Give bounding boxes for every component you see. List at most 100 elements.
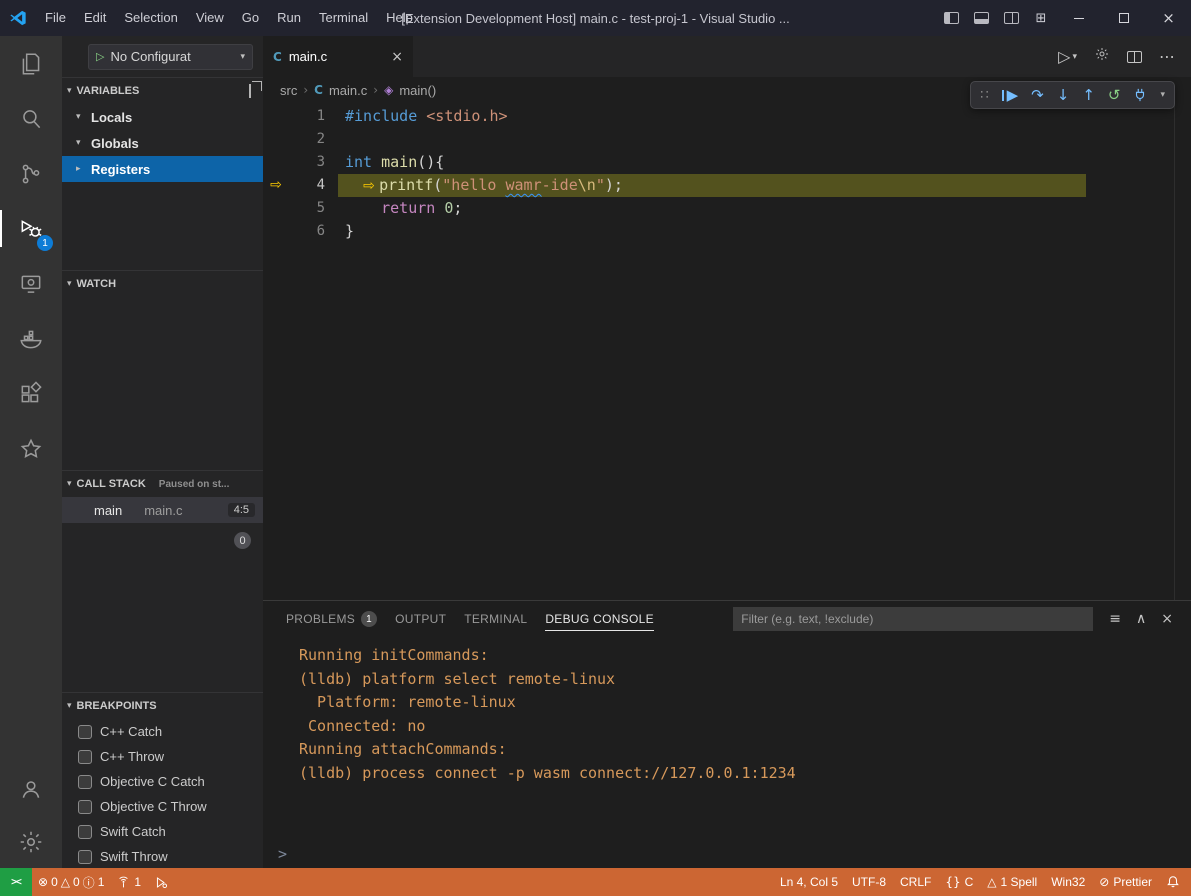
docker-icon[interactable] bbox=[0, 311, 62, 366]
checkbox[interactable] bbox=[78, 850, 92, 864]
step-into-button[interactable]: ↓ bbox=[1057, 86, 1070, 104]
checkbox[interactable] bbox=[78, 750, 92, 764]
status-language-mode[interactable]: {}C bbox=[938, 868, 980, 896]
debug-quick-access[interactable] bbox=[148, 868, 175, 896]
debug-arrow-icon[interactable]: ⇨ bbox=[263, 174, 289, 197]
settings-gear-icon[interactable] bbox=[0, 816, 62, 868]
breakpoint-c-throw[interactable]: C++ Throw bbox=[62, 744, 263, 769]
variables-header[interactable]: ▾ VARIABLES bbox=[62, 78, 263, 104]
toggle-secondary-sidebar-icon[interactable] bbox=[996, 0, 1026, 36]
continue-button[interactable]: ▶ bbox=[1002, 86, 1019, 104]
problems-indicator[interactable]: ⊗ 0 △ 0 ⓘ 1 bbox=[32, 874, 110, 891]
favorites-star-icon[interactable] bbox=[0, 421, 62, 476]
menu-go[interactable]: Go bbox=[233, 0, 268, 36]
toggle-sidebar-icon[interactable] bbox=[936, 0, 966, 36]
search-icon[interactable] bbox=[0, 91, 62, 146]
variables-item-locals[interactable]: ▾Locals bbox=[62, 104, 263, 130]
launch-config-dropdown[interactable]: ▷ No Configurat ▾ bbox=[88, 44, 253, 70]
disconnect-button[interactable] bbox=[1133, 88, 1147, 102]
breakpoints-header[interactable]: ▾ BREAKPOINTS bbox=[62, 693, 263, 719]
bell-icon[interactable] bbox=[1159, 868, 1187, 896]
maximize-panel-icon[interactable]: ∧ bbox=[1136, 611, 1146, 627]
status-cursor-position[interactable]: Ln 4, Col 5 bbox=[773, 868, 845, 896]
watch-header[interactable]: ▾ WATCH bbox=[62, 271, 263, 297]
minimize-button[interactable] bbox=[1056, 0, 1101, 36]
breakpoint-gutter[interactable] bbox=[263, 151, 289, 174]
filter-lines-icon[interactable]: ≡ bbox=[1109, 611, 1121, 627]
menu-edit[interactable]: Edit bbox=[75, 0, 115, 36]
run-and-debug-icon[interactable]: 1 bbox=[0, 201, 62, 256]
variables-item-globals[interactable]: ▾Globals bbox=[62, 130, 263, 156]
breadcrumb-src[interactable]: src bbox=[280, 83, 297, 98]
panel-tab-debug-console[interactable]: DEBUG CONSOLE bbox=[536, 601, 663, 637]
breakpoint-c-catch[interactable]: C++ Catch bbox=[62, 719, 263, 744]
account-icon[interactable] bbox=[0, 761, 62, 816]
menu-file[interactable]: File bbox=[36, 0, 75, 36]
panel-tab-terminal[interactable]: TERMINAL bbox=[455, 601, 536, 637]
run-file-button[interactable]: ▷ ▾ bbox=[1058, 47, 1077, 66]
scrollbar[interactable] bbox=[1174, 103, 1175, 600]
maximize-button[interactable] bbox=[1101, 0, 1146, 36]
line-content: return 0; bbox=[325, 197, 462, 220]
explorer-icon[interactable] bbox=[0, 36, 62, 91]
checkbox[interactable] bbox=[78, 825, 92, 839]
checkbox[interactable] bbox=[78, 775, 92, 789]
checkbox[interactable] bbox=[78, 725, 92, 739]
gear-icon[interactable] bbox=[1094, 46, 1110, 67]
extensions-icon[interactable] bbox=[0, 366, 62, 421]
remote-explorer-icon[interactable] bbox=[0, 256, 62, 311]
call-stack-header[interactable]: ▾ CALL STACK Paused on st... bbox=[62, 471, 263, 497]
status-encoding[interactable]: UTF-8 bbox=[845, 868, 893, 896]
status-label: UTF-8 bbox=[852, 875, 886, 889]
menu-view[interactable]: View bbox=[187, 0, 233, 36]
drag-handle-button[interactable]: ∷ bbox=[980, 88, 988, 103]
breakpoint-swift-catch[interactable]: Swift Catch bbox=[62, 819, 263, 844]
split-editor-icon[interactable] bbox=[1127, 51, 1142, 63]
copy-icon[interactable] bbox=[249, 85, 255, 97]
breakpoint-gutter[interactable] bbox=[263, 128, 289, 151]
step-out-button[interactable]: ↑ bbox=[1082, 86, 1095, 104]
breakpoint-gutter[interactable] bbox=[263, 220, 289, 243]
customize-layout-icon[interactable]: ⊞ bbox=[1026, 0, 1056, 36]
console-filter-input[interactable] bbox=[733, 607, 1093, 631]
tab-main-c[interactable]: C main.c × bbox=[263, 36, 413, 77]
window-controls: ⊞ × bbox=[936, 0, 1191, 36]
variables-item-registers[interactable]: ▸Registers bbox=[62, 156, 263, 182]
breakpoint-gutter[interactable] bbox=[263, 105, 289, 128]
start-debug-icon[interactable]: ▷ bbox=[96, 50, 104, 63]
menu-run[interactable]: Run bbox=[268, 0, 310, 36]
more-actions-icon[interactable]: ⋯ bbox=[1159, 47, 1175, 66]
breadcrumb-symbol[interactable]: main() bbox=[399, 83, 436, 98]
chevron-down-icon[interactable]: ▾ bbox=[1160, 90, 1165, 100]
remote-indicator[interactable]: >< bbox=[0, 868, 32, 896]
status-platform[interactable]: Win32 bbox=[1044, 868, 1092, 896]
menu-terminal[interactable]: Terminal bbox=[310, 0, 377, 36]
breakpoint-swift-throw[interactable]: Swift Throw bbox=[62, 844, 263, 868]
checkbox[interactable] bbox=[78, 800, 92, 814]
source-control-icon[interactable] bbox=[0, 146, 62, 201]
stack-frame-row[interactable]: main main.c 4:5 bbox=[62, 497, 263, 523]
tab-label: main.c bbox=[289, 49, 327, 64]
status-eol[interactable]: CRLF bbox=[893, 868, 938, 896]
panel-tab-problems[interactable]: PROBLEMS1 bbox=[277, 601, 386, 637]
close-panel-icon[interactable]: × bbox=[1161, 611, 1173, 627]
breakpoint-gutter[interactable] bbox=[263, 197, 289, 220]
panel-tab-output[interactable]: OUTPUT bbox=[386, 601, 455, 637]
menu-selection[interactable]: Selection bbox=[115, 0, 186, 36]
restart-button[interactable]: ↺ bbox=[1108, 86, 1121, 104]
status-formatter[interactable]: ⊘Prettier bbox=[1092, 868, 1159, 896]
menu-bar: FileEditSelectionViewGoRunTerminalHelp bbox=[36, 0, 422, 36]
code-editor[interactable]: 1#include <stdio.h>23int main(){⇨4 ⇨prin… bbox=[263, 103, 1191, 600]
console-line: Platform: remote-linux bbox=[299, 691, 1191, 715]
ports-indicator[interactable]: 1 bbox=[110, 868, 148, 896]
close-button[interactable]: × bbox=[1146, 0, 1191, 36]
console-input-prompt[interactable]: > bbox=[278, 845, 287, 863]
close-icon[interactable]: × bbox=[391, 49, 403, 65]
status-spell-status[interactable]: △1 Spell bbox=[980, 868, 1044, 896]
breakpoint-objective-c-throw[interactable]: Objective C Throw bbox=[62, 794, 263, 819]
breadcrumb-file[interactable]: main.c bbox=[329, 83, 367, 98]
step-over-button[interactable]: ↷ bbox=[1031, 86, 1044, 104]
problems-badge: 1 bbox=[361, 611, 377, 627]
toggle-panel-icon[interactable] bbox=[966, 0, 996, 36]
breakpoint-objective-c-catch[interactable]: Objective C Catch bbox=[62, 769, 263, 794]
